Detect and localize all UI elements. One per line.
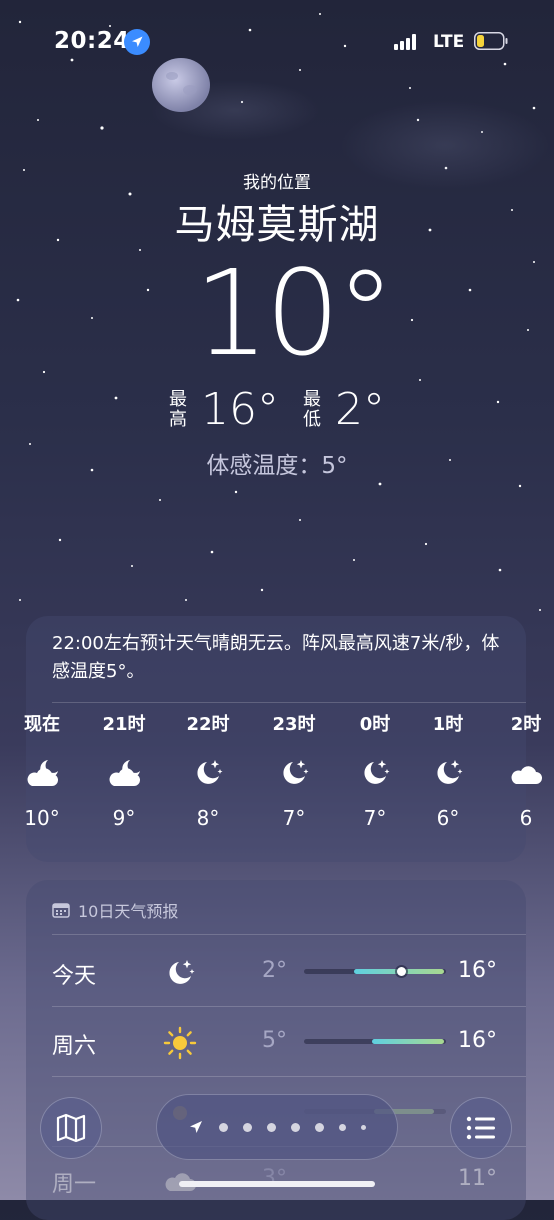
daily-forecast-card[interactable]: 10日天气预报 今天 2° 16° 周六 5° 16° 周一 3° 11°: [26, 880, 526, 1220]
day-label: 周一: [52, 1172, 97, 1197]
temp-range-fill: [372, 1039, 444, 1044]
hourly-summary: 22:00左右预计天气晴朗无云。阵风最高风速7米/秒，体感温度5°。: [52, 633, 500, 682]
day-label: 周六: [52, 1034, 97, 1059]
day-high: 16°: [458, 958, 497, 983]
hour-item: 现在 10°: [12, 710, 72, 830]
cloud-moon-icon: [12, 746, 72, 800]
hour-label: 2时: [510, 714, 542, 735]
hour-temp: 7°: [282, 806, 306, 830]
list-icon: [466, 1116, 495, 1140]
hour-temp: 9°: [112, 806, 136, 830]
home-indicator[interactable]: [179, 1181, 375, 1187]
cellular-signal-icon: [394, 34, 416, 50]
status-bar: 20:24 LTE: [0, 0, 554, 84]
moon-stars-icon: [160, 953, 200, 993]
low-label: 最低: [303, 388, 321, 430]
page-dot: [361, 1124, 366, 1130]
moon-stars-icon: [345, 746, 405, 800]
high-label: 最高: [169, 388, 187, 430]
calendar-icon: [52, 903, 70, 918]
cloud-icon: [496, 746, 554, 800]
locations-list-button[interactable]: [450, 1097, 512, 1159]
moon-stars-icon: [418, 746, 478, 800]
day-low: 2°: [262, 958, 287, 983]
low-temperature: 2°: [335, 384, 385, 435]
hour-temp: 8°: [196, 806, 220, 830]
moon-stars-icon: [178, 746, 238, 800]
high-label-line: 最高: [169, 388, 187, 430]
current-temperature: 10°: [194, 244, 395, 382]
hour-temp: 6°: [436, 806, 460, 830]
status-time: 20:24: [54, 28, 130, 54]
page-dot: [339, 1123, 346, 1131]
hour-label: 21时: [102, 714, 146, 735]
day-row-today[interactable]: 今天 2° 16°: [26, 938, 526, 1008]
daily-forecast-title: 10日天气预报: [78, 902, 179, 921]
map-button[interactable]: [40, 1097, 102, 1159]
temp-range-bar: [304, 1039, 446, 1044]
hour-item: 2时 6: [496, 710, 554, 830]
hour-item: 22时 8°: [178, 710, 238, 830]
location-label: 我的位置: [243, 173, 311, 193]
hour-label: 0时: [359, 714, 391, 735]
hourly-strip[interactable]: 现在 10° 21时 9° 22时 8° 23时 7° 0时 7° 1时 6° …: [0, 710, 554, 860]
feels-like: 体感温度：5°: [206, 453, 348, 479]
location-arrow-icon: [190, 1121, 202, 1133]
high-temperature: 16°: [201, 384, 279, 435]
hour-temp: 7°: [363, 806, 387, 830]
location-services-icon: [124, 29, 150, 55]
page-dot: [315, 1122, 324, 1132]
hour-label: 22时: [186, 714, 230, 735]
page-dot: [291, 1122, 300, 1132]
hour-label: 1时: [432, 714, 464, 735]
network-type: LTE: [433, 32, 465, 52]
day-high: 11°: [458, 1166, 497, 1191]
hour-label: 现在: [24, 714, 60, 735]
daily-forecast-header: 10日天气预报: [52, 898, 178, 922]
page-dot: [219, 1122, 228, 1132]
hour-item: 23时 7°: [264, 710, 324, 830]
cloud-moon-icon: [94, 746, 154, 800]
hour-temp: 6: [519, 806, 533, 830]
day-high: 16°: [458, 1028, 497, 1053]
card-divider: [52, 1076, 526, 1077]
day-row-saturday[interactable]: 周六 5° 16°: [26, 1008, 526, 1078]
day-label: 今天: [52, 964, 97, 989]
page-indicator[interactable]: [156, 1094, 398, 1160]
temp-range-bar: [304, 967, 446, 976]
hour-label: 23时: [272, 714, 316, 735]
hour-item: 21时 9°: [94, 710, 154, 830]
card-divider: [52, 702, 526, 703]
high-low-temps: 最高 16° 最低 2°: [0, 384, 554, 435]
card-divider: [52, 934, 526, 935]
low-label-line: 最低: [303, 388, 321, 430]
battery-icon: [474, 32, 508, 50]
page-dot: [267, 1122, 276, 1132]
hour-item: 0时 7°: [345, 710, 405, 830]
card-divider: [52, 1006, 526, 1007]
page-dot: [243, 1122, 252, 1132]
moon-stars-icon: [264, 746, 324, 800]
day-low: 3°: [262, 1166, 287, 1191]
city-name: 马姆莫斯湖: [174, 202, 380, 248]
map-icon: [56, 1113, 86, 1143]
current-temp-marker: [397, 967, 406, 976]
hour-temp: 10°: [24, 806, 60, 830]
day-low: 5°: [262, 1028, 287, 1053]
hour-item: 1时 6°: [418, 710, 478, 830]
cloud-icon: [160, 1160, 200, 1200]
sun-icon: [160, 1023, 200, 1063]
